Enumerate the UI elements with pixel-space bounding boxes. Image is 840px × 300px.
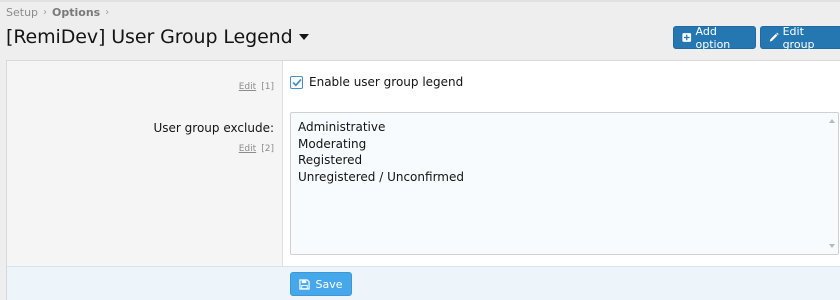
list-item[interactable]: Administrative <box>298 119 831 136</box>
plus-square-icon <box>682 33 692 42</box>
checkmark-icon <box>291 78 302 86</box>
breadcrumb-separator: › <box>43 7 48 18</box>
label-column: Edit [1] User group exclude: Edit [2] <box>7 61 283 266</box>
edit-group-button[interactable]: Edit group <box>760 24 840 51</box>
pencil-icon <box>769 32 779 42</box>
edit-group-label: Edit group <box>782 24 815 51</box>
row2-edit: Edit [2] <box>239 136 274 155</box>
list-item[interactable]: Moderating <box>298 136 831 153</box>
top-border <box>0 0 840 2</box>
breadcrumb-item-options[interactable]: Options <box>52 6 100 19</box>
page-title: [RemiDev] User Group Legend <box>6 26 293 48</box>
scroll-down-arrow-icon[interactable] <box>829 244 835 248</box>
list-item[interactable]: Unregistered / Unconfirmed <box>298 169 831 186</box>
title-row: [RemiDev] User Group Legend <box>6 26 309 48</box>
edit-link-row2[interactable]: Edit <box>239 144 256 154</box>
form-footer: Save <box>7 266 840 300</box>
list-item[interactable]: Registered <box>298 152 831 169</box>
row1-edit: Edit [1] <box>239 74 274 93</box>
user-group-list-items: Administrative Moderating Registered Unr… <box>291 113 838 191</box>
page: Setup › Options › [RemiDev] User Group L… <box>0 0 840 300</box>
caret-down-icon[interactable] <box>298 34 309 40</box>
edit-count-row1: [1] <box>261 82 274 92</box>
floppy-disk-icon <box>299 278 311 290</box>
enable-legend-checkbox[interactable] <box>290 75 303 89</box>
enable-legend-checkbox-row[interactable]: Enable user group legend <box>290 75 463 89</box>
user-group-list[interactable]: Administrative Moderating Registered Unr… <box>290 112 839 255</box>
add-option-label: Add option <box>695 24 731 51</box>
save-button[interactable]: Save <box>290 272 352 296</box>
edit-link-row1[interactable]: Edit <box>239 82 256 92</box>
breadcrumb-item-setup[interactable]: Setup <box>6 6 38 19</box>
breadcrumb: Setup › Options › <box>6 6 114 19</box>
add-option-button[interactable]: Add option <box>673 24 756 51</box>
options-block: Edit [1] User group exclude: Edit [2] En… <box>6 60 840 300</box>
edit-count-row2: [2] <box>261 144 274 154</box>
breadcrumb-separator: › <box>105 7 110 18</box>
save-label: Save <box>315 277 343 291</box>
user-group-exclude-label: User group exclude: <box>153 121 274 135</box>
enable-legend-label: Enable user group legend <box>309 75 464 89</box>
scroll-up-arrow-icon[interactable] <box>829 119 835 123</box>
list-scrollbar[interactable] <box>826 113 838 254</box>
